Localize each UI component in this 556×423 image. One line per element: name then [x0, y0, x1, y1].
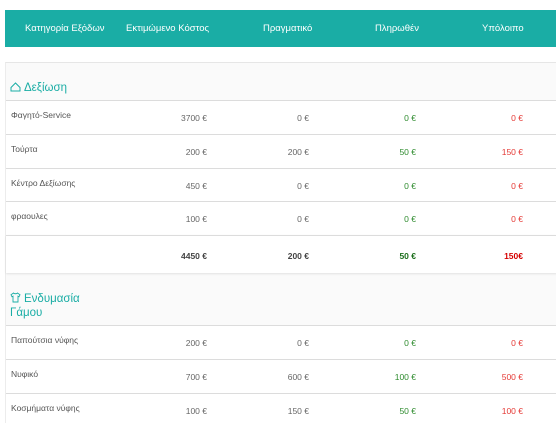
row-category: Τούρτα [11, 144, 38, 154]
header-paid[interactable]: Πληρωθέν [375, 10, 419, 47]
row-estimated: 3700 € [181, 113, 207, 123]
table-row[interactable]: Παπούτσια νύφης 200 € 0 € 0 € 0 € [6, 325, 556, 359]
house-outline-icon [10, 82, 21, 92]
expenses-table: Κατηγορία Εξόδων Εκτιμώμενο Κόστος Πραγμ… [0, 0, 556, 423]
header-actual[interactable]: Πραγματικό [263, 10, 312, 47]
row-actual: 0 € [297, 214, 309, 224]
row-estimated: 700 € [185, 372, 207, 382]
section-title-wedding-attire[interactable]: Ενδυμασία Γάμου [10, 292, 80, 320]
row-actual: 0 € [297, 113, 309, 123]
table-row[interactable]: Φαγητό-Service 3700 € 0 € 0 € 0 € [6, 100, 556, 134]
row-actual: 0 € [297, 338, 309, 348]
row-category: Παπούτσια νύφης [11, 335, 79, 345]
table-header: Κατηγορία Εξόδων Εκτιμώμενο Κόστος Πραγμ… [5, 10, 556, 47]
row-paid: 0 € [404, 113, 416, 123]
table-row[interactable]: Κέντρο Δεξίωσης 450 € 0 € 0 € 0 € [6, 168, 556, 201]
row-estimated: 200 € [185, 338, 207, 348]
row-actual: 0 € [297, 181, 309, 191]
row-actual: 600 € [287, 372, 309, 382]
row-paid: 0 € [404, 214, 416, 224]
shirt-icon [10, 292, 21, 303]
section-title-label-line2: Γάμου [10, 307, 43, 319]
row-remaining: 0 € [511, 338, 523, 348]
row-paid: 50 € [399, 406, 416, 416]
row-actual: 150 € [287, 406, 309, 416]
row-paid: 0 € [404, 338, 416, 348]
section-total-row: 4450 € 200 € 50 € 150€ [6, 235, 556, 273]
total-paid: 50 € [399, 251, 416, 261]
total-remaining: 150€ [504, 251, 523, 261]
section-title-label-line1: Ενδυμασία [24, 293, 80, 305]
row-remaining: 150 € [501, 147, 523, 157]
section-title-reception[interactable]: Δεξίωση [10, 81, 67, 95]
row-category: Κέντρο Δεξίωσης [11, 178, 76, 188]
row-paid: 50 € [399, 147, 416, 157]
section-title-label: Δεξίωση [24, 82, 67, 94]
table-row[interactable]: Κοσμήματα νύφης 100 € 150 € 50 € 100 € [6, 393, 556, 423]
row-estimated: 450 € [185, 181, 207, 191]
row-remaining: 100 € [501, 406, 523, 416]
table-body: Δεξίωση Φαγητό-Service 3700 € 0 € 0 € 0 … [5, 62, 556, 423]
row-remaining: 0 € [511, 113, 523, 123]
row-estimated: 100 € [185, 406, 207, 416]
total-actual: 200 € [287, 251, 309, 261]
row-estimated: 100 € [185, 214, 207, 224]
header-remaining[interactable]: Υπόλοιπο [482, 10, 524, 47]
row-estimated: 200 € [185, 147, 207, 157]
row-paid: 0 € [404, 181, 416, 191]
total-estimated: 4450 € [181, 251, 207, 261]
table-row[interactable]: φραουλες 100 € 0 € 0 € 0 € [6, 201, 556, 235]
row-remaining: 500 € [501, 372, 523, 382]
row-actual: 200 € [287, 147, 309, 157]
table-row[interactable]: Τούρτα 200 € 200 € 50 € 150 € [6, 134, 556, 168]
header-estimated[interactable]: Εκτιμώμενο Κόστος [126, 10, 209, 47]
row-remaining: 0 € [511, 214, 523, 224]
row-category: Κοσμήματα νύφης [11, 403, 80, 413]
row-paid: 100 € [394, 372, 416, 382]
row-category: φραουλες [11, 211, 48, 221]
row-category: Νυφικό [11, 369, 39, 379]
header-category[interactable]: Κατηγορία Εξόδων [25, 10, 105, 47]
row-category: Φαγητό-Service [11, 110, 71, 120]
row-remaining: 0 € [511, 181, 523, 191]
table-row[interactable]: Νυφικό 700 € 600 € 100 € 500 € [6, 359, 556, 393]
